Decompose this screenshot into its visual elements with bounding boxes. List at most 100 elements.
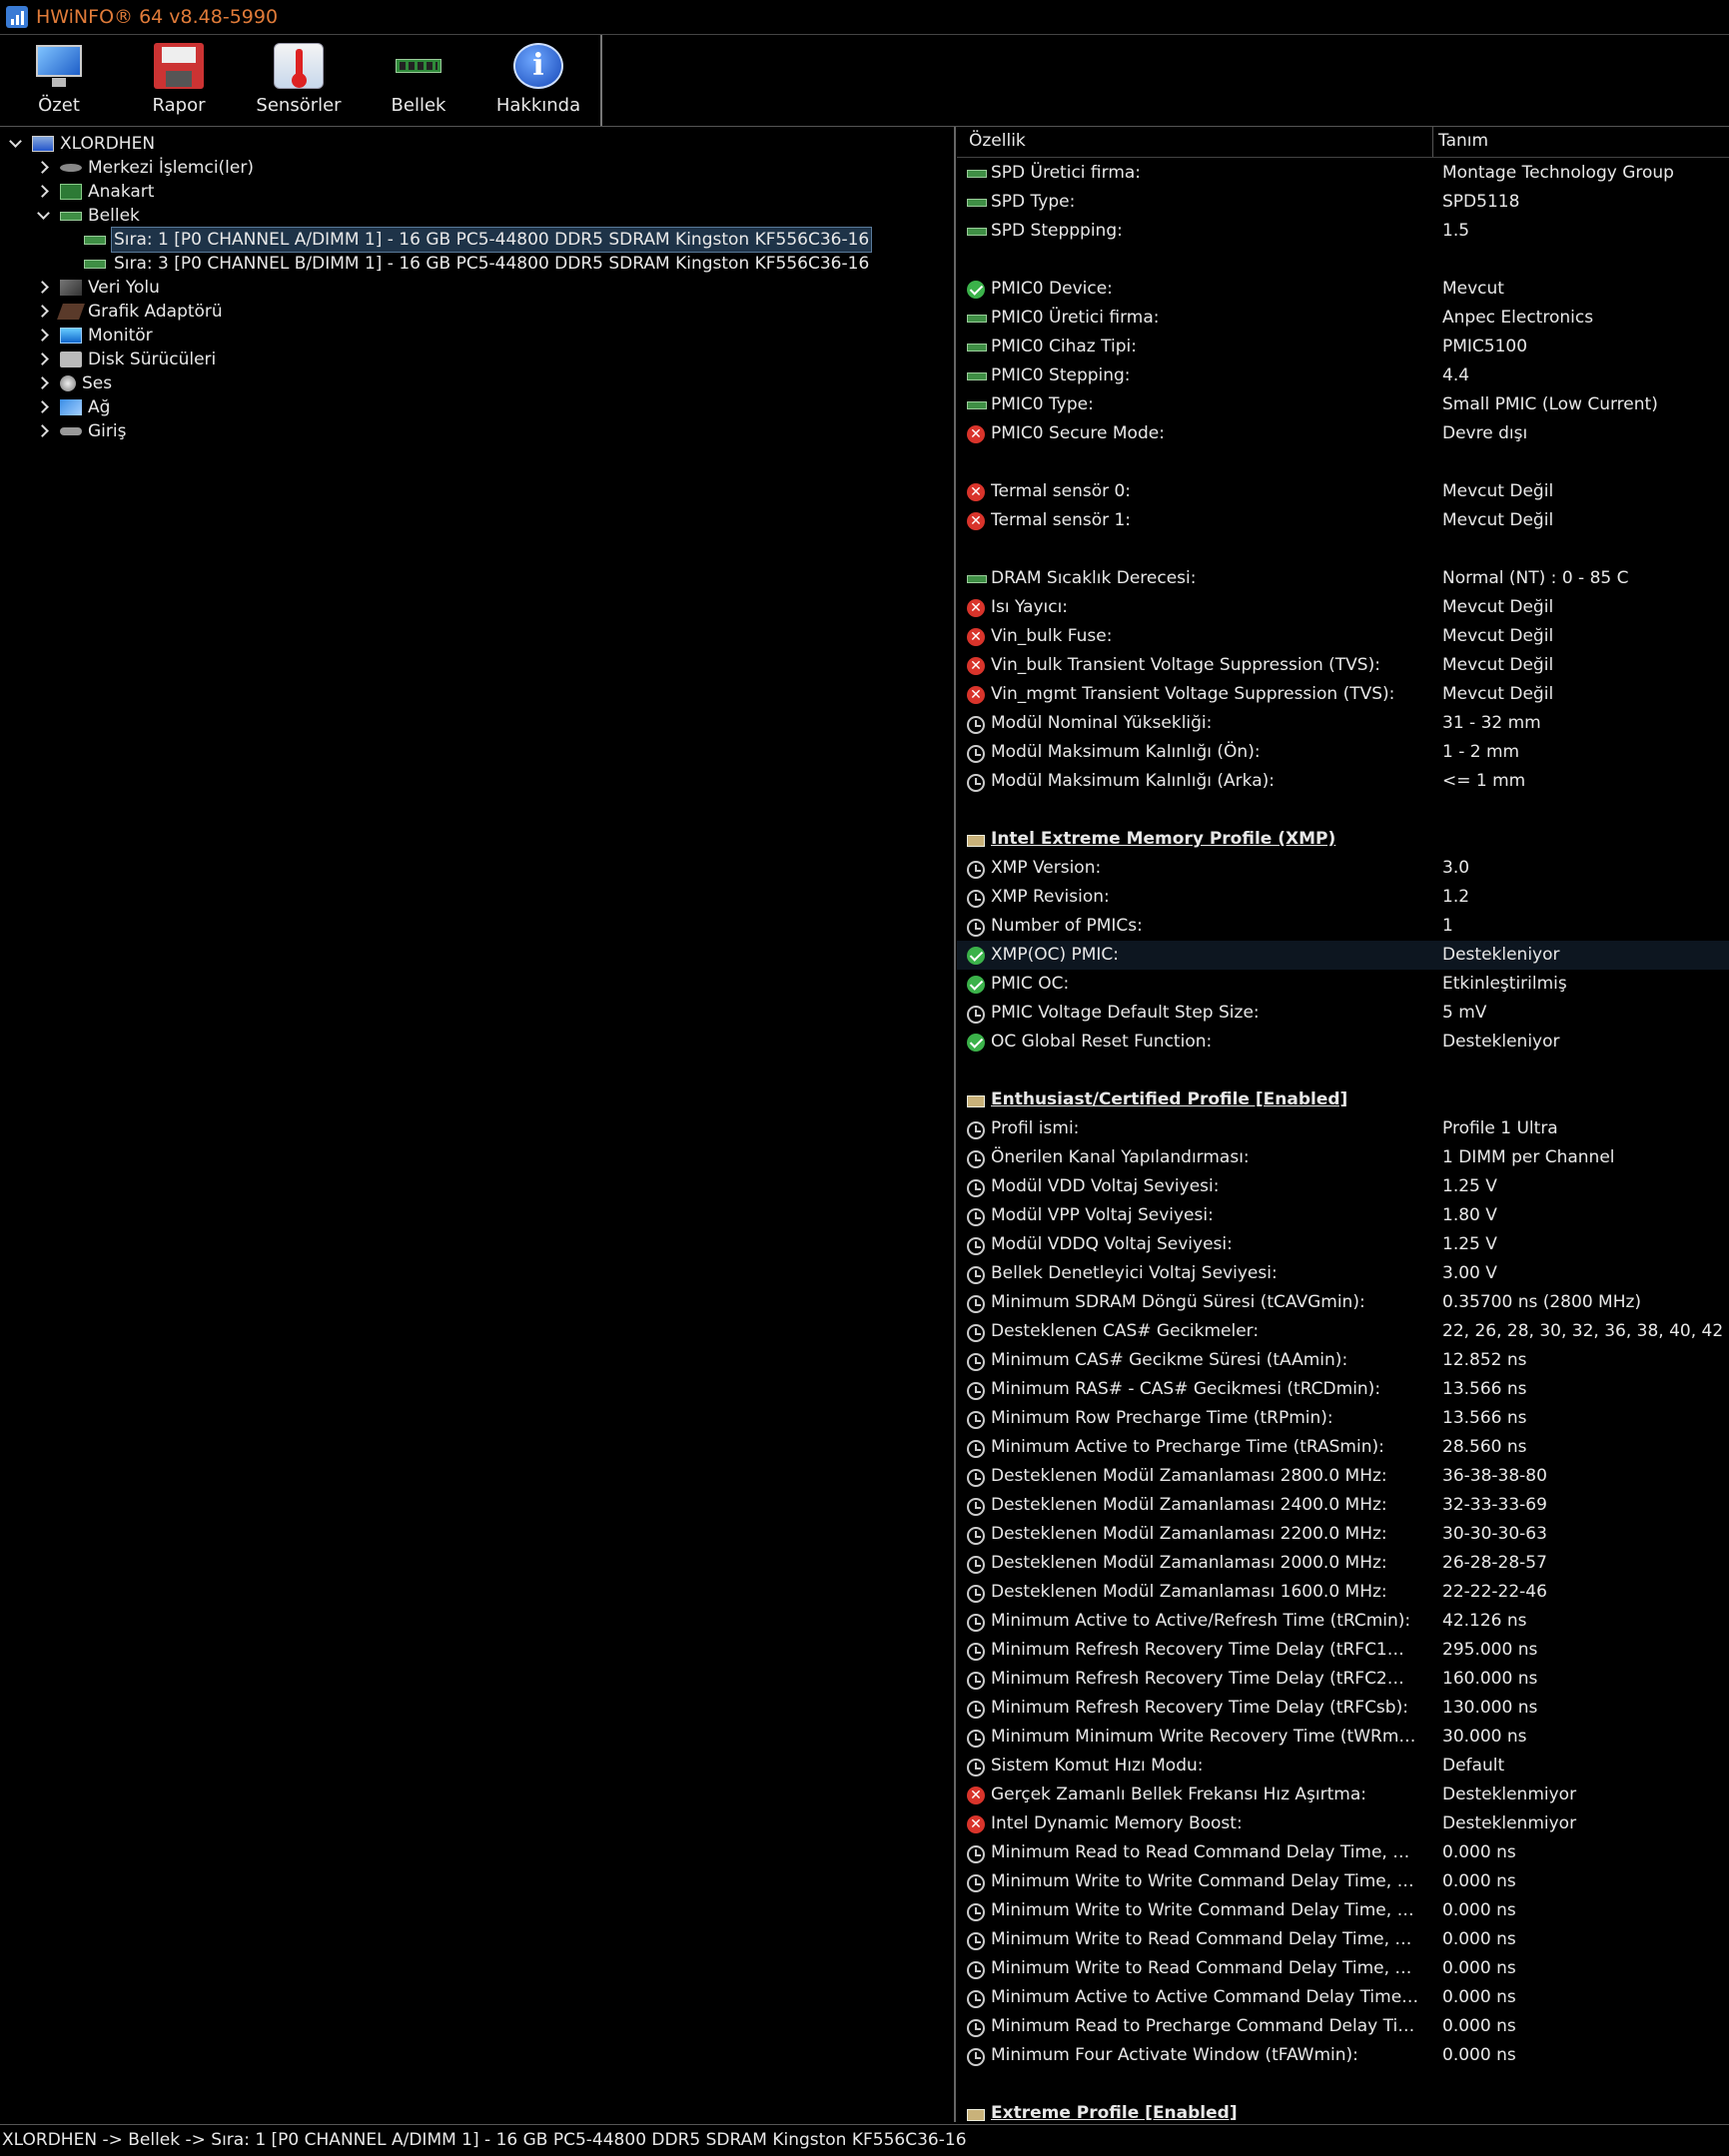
property-row[interactable]: ✕ Vin_bulk Transient Voltage Suppression …	[957, 651, 1729, 680]
property-row[interactable]: Minimum Read to Precharge Command Delay …	[957, 2012, 1729, 2041]
memory-button[interactable]: Bellek	[364, 43, 473, 123]
property-row[interactable]: Minimum Four Activate Window (tFAWmin): 0…	[957, 2041, 1729, 2070]
property-row[interactable]: XMP Revision: 1.2	[957, 883, 1729, 912]
property-row[interactable]: Desteklenen Modül Zamanlaması 2400.0 MHz…	[957, 1491, 1729, 1520]
property-row[interactable]: PMIC0 Type: Small PMIC (Low Current)	[957, 390, 1729, 419]
property-row[interactable]: PMIC0 Device: Mevcut	[957, 275, 1729, 304]
tree-root-label: XLORDHEN	[60, 134, 156, 154]
property-row[interactable]: XMP Version: 3.0	[957, 854, 1729, 883]
property-row[interactable]: XMP(OC) PMIC: Destekleniyor	[957, 941, 1729, 970]
property-row[interactable]: Desteklenen Modül Zamanlaması 2800.0 MHz…	[957, 1462, 1729, 1491]
property-row[interactable]: Minimum RAS# - CAS# Gecikmesi (tRCDmin):…	[957, 1375, 1729, 1404]
tree-item-memory[interactable]: Bellek	[36, 204, 140, 228]
property-row[interactable]: Bellek Denetleyici Voltaj Seviyesi: 3.00 …	[957, 1259, 1729, 1288]
property-row[interactable]: Minimum Row Precharge Time (tRPmin): 13.5…	[957, 1404, 1729, 1433]
property-row[interactable]: Minimum SDRAM Döngü Süresi (tCAVGmin): 0.…	[957, 1288, 1729, 1317]
property-row[interactable]: Minimum Active to Precharge Time (tRASmi…	[957, 1433, 1729, 1462]
tree-item-input[interactable]: Giriş	[36, 419, 126, 443]
property-row[interactable]: Desteklenen Modül Zamanlaması 2000.0 MHz…	[957, 1549, 1729, 1578]
property-row[interactable]: Minimum Active to Active/Refresh Time (t…	[957, 1607, 1729, 1636]
tree-item-bus[interactable]: Veri Yolu	[36, 276, 160, 300]
property-row[interactable]: Desteklenen Modül Zamanlaması 2200.0 MHz…	[957, 1520, 1729, 1549]
property-row[interactable]: PMIC Voltage Default Step Size: 5 mV	[957, 999, 1729, 1028]
property-row[interactable]: SPD Üretici firma: Montage Technology Gro…	[957, 159, 1729, 188]
tree-item-sound[interactable]: Ses	[36, 371, 112, 395]
property-row[interactable]: Modül Maksimum Kalınlığı (Arka): <= 1 mm	[957, 767, 1729, 796]
property-row[interactable]: Minimum Refresh Recovery Time Delay (tRF…	[957, 1636, 1729, 1665]
error-icon: ✕	[967, 1787, 985, 1804]
property-row[interactable]: Minimum Write to Write Command Delay Tim…	[957, 1896, 1729, 1925]
property-row[interactable]: Modül Nominal Yüksekliği: 31 - 32 mm	[957, 709, 1729, 738]
clock-icon	[967, 1701, 985, 1719]
property-row[interactable]: ✕ PMIC0 Secure Mode: Devre dışı	[957, 419, 1729, 448]
property-row[interactable]: Minimum Refresh Recovery Time Delay (tRF…	[957, 1694, 1729, 1723]
chevron-right-icon[interactable]	[36, 329, 50, 343]
chevron-down-icon[interactable]	[36, 209, 50, 223]
property-row[interactable]: Sistem Komut Hızı Modu: Default	[957, 1752, 1729, 1781]
tree-item-dimm-slot-3[interactable]: Sıra: 3 [P0 CHANNEL B/DIMM 1] - 16 GB PC…	[84, 252, 871, 276]
toolbar: Özet Rapor Sensörler Bellek i Hakkında	[0, 35, 1729, 127]
property-row[interactable]: ✕ Intel Dynamic Memory Boost: Desteklenmiy…	[957, 1809, 1729, 1838]
property-row[interactable]: DRAM Sıcaklık Derecesi: Normal (NT) : 0 -…	[957, 564, 1729, 593]
property-row[interactable]: Number of PMICs: 1	[957, 912, 1729, 941]
tree-item-label: Bellek	[88, 206, 140, 226]
property-row[interactable]: SPD Type: SPD5118	[957, 188, 1729, 217]
chevron-right-icon[interactable]	[36, 376, 50, 390]
property-row[interactable]: Minimum Minimum Write Recovery Time (tWR…	[957, 1723, 1729, 1752]
chevron-right-icon[interactable]	[36, 353, 50, 366]
column-header-value[interactable]: Tanım	[1438, 131, 1488, 151]
property-row[interactable]: PMIC0 Stepping: 4.4	[957, 361, 1729, 390]
property-row[interactable]: ✕ Gerçek Zamanlı Bellek Frekansı Hız Aşır…	[957, 1781, 1729, 1809]
chevron-right-icon[interactable]	[36, 305, 50, 319]
about-button[interactable]: i Hakkında	[483, 43, 593, 123]
property-row[interactable]: ✕ Isı Yayıcı: Mevcut Değil	[957, 593, 1729, 622]
property-row[interactable]: SPD Steppping: 1.5	[957, 217, 1729, 246]
property-row[interactable]: PMIC0 Üretici firma: Anpec Electronics	[957, 304, 1729, 333]
property-row[interactable]: ✕ Termal sensör 1: Mevcut Değil	[957, 506, 1729, 535]
chevron-right-icon[interactable]	[36, 185, 50, 199]
tree-item-network[interactable]: Ağ	[36, 395, 110, 419]
tree-item-monitor[interactable]: Monitör	[36, 324, 153, 348]
property-row[interactable]: Önerilen Kanal Yapılandırması: 1 DIMM per…	[957, 1143, 1729, 1172]
section-header-row[interactable]: Intel Extreme Memory Profile (XMP)	[957, 825, 1729, 854]
property-row[interactable]: Modül Maksimum Kalınlığı (Ön): 1 - 2 mm	[957, 738, 1729, 767]
property-value: 28.560 ns	[1442, 1437, 1527, 1457]
column-divider[interactable]	[1432, 127, 1433, 157]
chevron-right-icon[interactable]	[36, 161, 50, 175]
tree-item-disks[interactable]: Disk Sürücüleri	[36, 348, 216, 371]
property-row[interactable]: PMIC OC: Etkinleştirilmiş	[957, 970, 1729, 999]
tree-item-motherboard[interactable]: Anakart	[36, 180, 154, 204]
property-row[interactable]: Minimum CAS# Gecikme Süresi (tAAmin): 12.…	[957, 1346, 1729, 1375]
chevron-down-icon[interactable]	[8, 137, 22, 151]
property-row[interactable]: Minimum Write to Write Command Delay Tim…	[957, 1867, 1729, 1896]
chevron-right-icon[interactable]	[36, 400, 50, 414]
property-row[interactable]: Desteklenen Modül Zamanlaması 1600.0 MHz…	[957, 1578, 1729, 1607]
column-header-property[interactable]: Özellik	[969, 131, 1026, 151]
tree-item-cpu[interactable]: Merkezi İşlemci(ler)	[36, 156, 254, 180]
tree-item-dimm-slot-1[interactable]: Sıra: 1 [P0 CHANNEL A/DIMM 1] - 16 GB PC…	[84, 227, 873, 253]
property-name: Intel Dynamic Memory Boost:	[991, 1813, 1243, 1833]
property-row[interactable]: ✕ Termal sensör 0: Mevcut Değil	[957, 477, 1729, 506]
property-row[interactable]: Minimum Write to Read Command Delay Time…	[957, 1954, 1729, 1983]
section-header-row[interactable]: Enthusiast/Certified Profile [Enabled]	[957, 1085, 1729, 1114]
sensors-button[interactable]: Sensörler	[244, 43, 354, 123]
property-row[interactable]: Minimum Write to Read Command Delay Time…	[957, 1925, 1729, 1954]
property-row[interactable]: ✕ Vin_bulk Fuse: Mevcut Değil	[957, 622, 1729, 651]
summary-button[interactable]: Özet	[4, 43, 114, 123]
property-row[interactable]: Desteklenen CAS# Gecikmeler: 22, 26, 28, …	[957, 1317, 1729, 1346]
chevron-right-icon[interactable]	[36, 281, 50, 295]
property-row[interactable]: Minimum Read to Read Command Delay Time,…	[957, 1838, 1729, 1867]
tree-item-gpu[interactable]: Grafik Adaptörü	[36, 300, 223, 324]
property-row[interactable]: Modül VPP Voltaj Seviyesi: 1.80 V	[957, 1201, 1729, 1230]
property-row[interactable]: Profil ismi: Profile 1 Ultra	[957, 1114, 1729, 1143]
report-button[interactable]: Rapor	[124, 43, 234, 123]
property-row[interactable]: Modül VDDQ Voltaj Seviyesi: 1.25 V	[957, 1230, 1729, 1259]
property-row[interactable]: ✕ Vin_mgmt Transient Voltage Suppression …	[957, 680, 1729, 709]
property-row[interactable]: Minimum Refresh Recovery Time Delay (tRF…	[957, 1665, 1729, 1694]
property-row[interactable]: Modül VDD Voltaj Seviyesi: 1.25 V	[957, 1172, 1729, 1201]
property-row[interactable]: OC Global Reset Function: Destekleniyor	[957, 1028, 1729, 1057]
chevron-right-icon[interactable]	[36, 424, 50, 438]
property-row[interactable]: Minimum Active to Active Command Delay T…	[957, 1983, 1729, 2012]
property-row[interactable]: PMIC0 Cihaz Tipi: PMIC5100	[957, 333, 1729, 361]
tree-root[interactable]: XLORDHEN	[8, 132, 155, 156]
